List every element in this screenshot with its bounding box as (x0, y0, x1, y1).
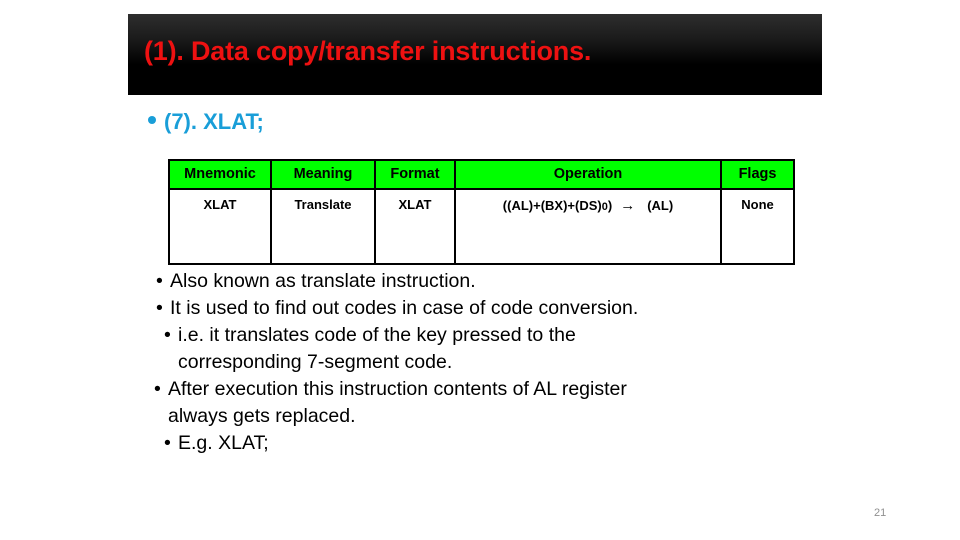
column-header-format: Format (374, 159, 456, 190)
list-item-line-1: i.e. it translates code of the key press… (178, 324, 576, 346)
column-header-mnemonic: Mnemonic (168, 159, 272, 190)
cell-flags: None (720, 188, 795, 265)
column-header-operation: Operation (454, 159, 722, 190)
list-item-line-2: always gets replaced. (168, 405, 356, 427)
list-item-line-1: After execution this instruction content… (168, 378, 627, 400)
list-item-label: E.g. XLAT; (178, 432, 269, 454)
list-item: • After execution this instruction conte… (154, 376, 826, 430)
cell-mnemonic: XLAT (168, 188, 272, 265)
column-header-flags: Flags (720, 159, 795, 190)
list-item: • E.g. XLAT; (164, 430, 826, 457)
page-number: 21 (874, 507, 887, 519)
list-item: • It is used to find out codes in case o… (156, 295, 826, 322)
bullet-marker-icon: • (154, 378, 161, 400)
bullet-marker-icon: • (164, 432, 171, 454)
operation-expression-left: ((AL)+(BX)+(DS) (502, 198, 602, 213)
page-title: (1). Data copy/transfer instructions. (144, 36, 592, 66)
bullet-marker-icon: • (156, 297, 163, 319)
table-header-row: Mnemonic Meaning Format Operation Flags (168, 159, 795, 190)
list-item-label: i.e. it translates code of the key press… (178, 322, 826, 376)
list-item-label: Also known as translate instruction. (170, 270, 476, 292)
instruction-table: Mnemonic Meaning Format Operation Flags … (168, 159, 795, 265)
right-arrow-icon: → (620, 197, 636, 214)
cell-operation: ((AL)+(BX)+(DS)0) → (AL) (454, 188, 722, 265)
column-header-meaning: Meaning (270, 159, 376, 190)
list-item-label: It is used to find out codes in case of … (170, 297, 639, 319)
subheading: (7). XLAT; (148, 109, 264, 135)
list-item: • Also known as translate instruction. (156, 268, 826, 295)
subheading-label: (7). XLAT; (164, 109, 264, 134)
list-item: • i.e. it translates code of the key pre… (164, 322, 826, 376)
table-row: XLAT Translate XLAT ((AL)+(BX)+(DS)0) → (A… (168, 188, 795, 265)
operation-expression-right: (AL) (647, 198, 674, 213)
cell-meaning: Translate (270, 188, 376, 265)
list-item-line-2: corresponding 7-segment code. (178, 351, 453, 373)
list-item-label: After execution this instruction content… (168, 376, 826, 430)
cell-format: XLAT (374, 188, 456, 265)
bullet-marker-icon: • (164, 324, 171, 346)
bullet-marker-icon: • (156, 270, 163, 292)
title-banner: (1). Data copy/transfer instructions. (128, 14, 822, 95)
bullet-dot-icon (148, 116, 156, 124)
bullet-list: • Also known as translate instruction. •… (146, 268, 826, 457)
